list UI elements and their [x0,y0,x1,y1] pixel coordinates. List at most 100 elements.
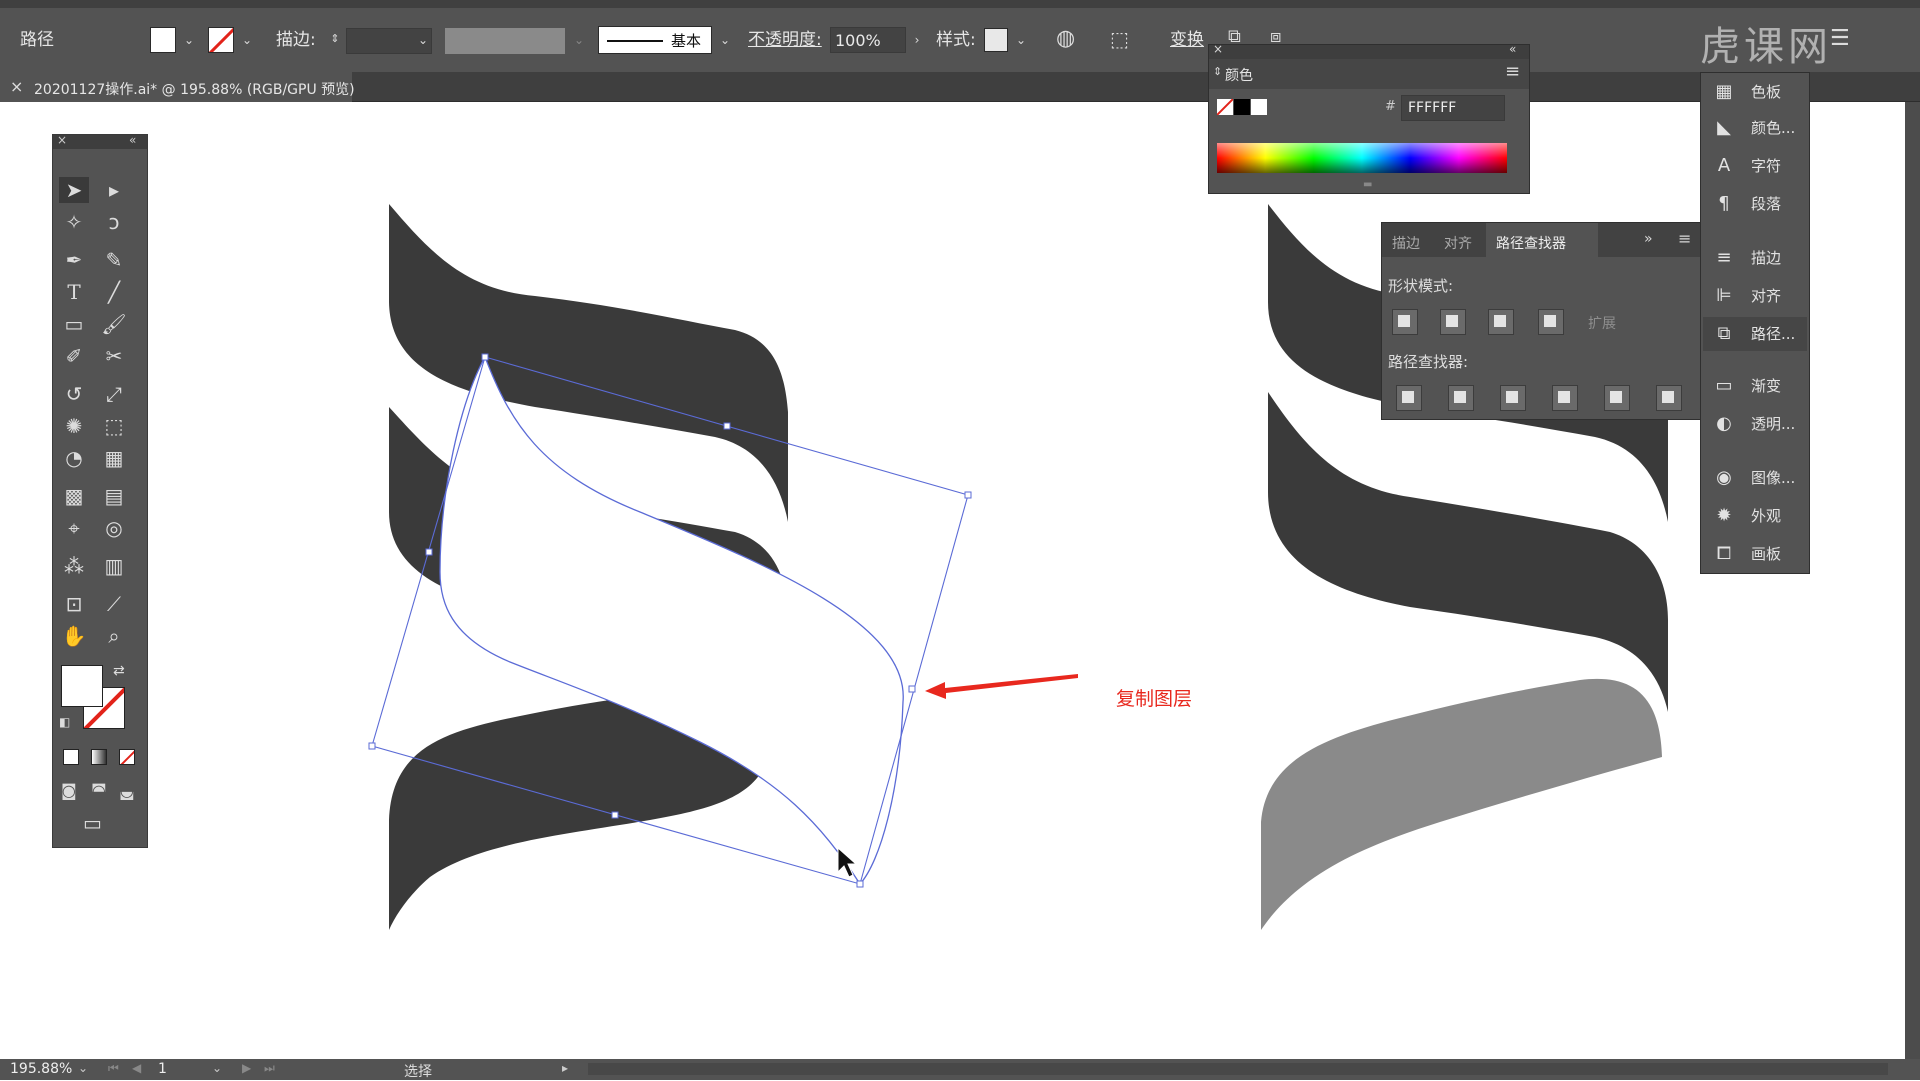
dock-item-paragraph[interactable]: ¶ 段落 [1703,187,1807,221]
fill-dropdown-icon[interactable]: ⌄ [182,33,196,47]
dock-item-transparency[interactable]: ◐ 透明... [1703,407,1807,441]
align-selection-icon[interactable]: ⬚ [1110,26,1129,52]
draw-inside-icon[interactable]: ◛ [119,781,135,800]
bbox-handle-top-right[interactable] [964,491,972,499]
dock-item-image-trace[interactable]: ◉ 图像... [1703,461,1807,495]
bbox-handle-top-left[interactable] [481,353,489,361]
dock-item-align[interactable]: ⊫ 对齐 [1703,279,1807,313]
pathfinder-menu-icon[interactable]: ≡ [1678,229,1691,248]
artboard-tool-icon[interactable]: ⊡ [59,591,89,617]
horizontal-scrollbar[interactable] [588,1063,1888,1075]
fill-swatch[interactable] [150,27,176,53]
none-mode-icon[interactable] [119,749,135,765]
tools-panel-collapse-icon[interactable]: « [129,133,136,147]
graph-tool-icon[interactable]: ▥ [99,553,129,579]
stroke-swatch[interactable] [208,27,234,53]
pen-tool-icon[interactable]: ✒ [59,247,89,273]
shaper-tool-icon[interactable]: ✐ [59,343,89,369]
type-tool-icon[interactable]: T [59,279,89,305]
dock-item-gradient[interactable]: ▭ 渐变 [1703,369,1807,403]
color-panel-close-icon[interactable]: × [1213,42,1223,56]
minus-back-button[interactable] [1656,385,1682,411]
artboard-number[interactable]: 1 [158,1061,167,1077]
brush-definition[interactable]: 基本 [598,26,712,54]
first-artboard-icon[interactable]: ⏮ [108,1061,119,1076]
trim-button[interactable] [1448,385,1474,411]
warp-tool-icon[interactable]: ✺ [59,413,89,439]
white-swatch[interactable] [1251,99,1267,115]
vertical-scrollbar[interactable] [1905,102,1920,1059]
variable-width-profile[interactable] [445,28,565,54]
direct-selection-tool-icon[interactable]: ▸ [99,177,129,203]
bbox-handle-right-mid[interactable] [908,685,916,693]
gradient-mode-icon[interactable] [91,749,107,765]
close-tab-icon[interactable]: × [10,77,23,96]
more-tabs-icon[interactable]: » [1644,231,1653,247]
rotate-tool-icon[interactable]: ↺ [59,381,89,407]
perspective-grid-tool-icon[interactable]: ▦ [99,445,129,471]
graphic-style-swatch[interactable] [984,28,1008,52]
exclude-button[interactable] [1538,309,1564,335]
last-artboard-icon[interactable]: ⏭ [264,1061,275,1076]
unite-button[interactable] [1392,309,1418,335]
tab-align[interactable]: 对齐 [1444,233,1472,253]
tools-panel-close-icon[interactable]: × [57,133,67,147]
blend-tool-icon[interactable]: ◎ [99,515,129,541]
selection-tool-icon[interactable]: ➤ [59,177,89,203]
color-panel-menu-icon[interactable]: ≡ [1505,61,1520,82]
minus-front-button[interactable] [1440,309,1466,335]
stroke-stepper-icon[interactable]: ⇕ [328,32,342,46]
expand-button[interactable]: 扩展 [1588,313,1616,333]
zoom-dropdown-icon[interactable]: ⌄ [78,1061,88,1075]
tab-stroke[interactable]: 描边 [1392,233,1420,253]
swap-fill-stroke-icon[interactable]: ⇄ [113,663,125,679]
previous-artboard-icon[interactable]: ◀ [132,1061,141,1075]
zoom-tool-icon[interactable]: ⌕ [99,623,129,649]
outline-button[interactable] [1604,385,1630,411]
dock-item-color-guide[interactable]: ◣ 颜色... [1703,111,1807,145]
eyedropper-tool-icon[interactable]: ⌖ [59,515,89,541]
hex-input[interactable]: FFFFFF [1401,95,1505,121]
color-panel-collapse-icon[interactable]: « [1509,42,1516,56]
bbox-handle-top-mid[interactable] [723,422,731,430]
status-arrow-icon[interactable]: ▸ [562,1061,568,1075]
next-artboard-icon[interactable]: ▶ [242,1061,251,1075]
scale-tool-icon[interactable]: ⤢ [99,381,129,407]
rectangle-tool-icon[interactable]: ▭ [59,311,89,337]
variable-width-dropdown-icon[interactable]: ⌄ [572,33,586,47]
opacity-label[interactable]: 不透明度: [748,30,822,50]
line-tool-icon[interactable]: ╱ [99,279,129,305]
crop-button[interactable] [1552,385,1578,411]
divide-button[interactable] [1396,385,1422,411]
gradient-tool-icon[interactable]: ▤ [99,483,129,509]
fill-color-box[interactable] [61,665,103,707]
free-transform-tool-icon[interactable]: ⬚ [99,413,129,439]
shape-builder-tool-icon[interactable]: ◔ [59,445,89,471]
color-panel-titlebar[interactable]: × « [1209,42,1529,59]
zoom-level[interactable]: 195.88% [10,1061,72,1077]
mesh-tool-icon[interactable]: ▩ [59,483,89,509]
stroke-weight-dropdown-icon[interactable]: ⌄ [416,33,430,47]
tab-pathfinder[interactable]: 路径查找器 [1486,223,1598,257]
color-panel-title[interactable]: 颜色 [1225,65,1253,85]
transform-label[interactable]: 变换 [1170,30,1204,50]
none-swatch-icon[interactable] [1217,99,1233,115]
paintbrush-tool-icon[interactable]: 🖌 [99,311,129,337]
opacity-arrow-icon[interactable]: › [910,33,924,47]
dock-item-appearance[interactable]: ✹ 外观 [1703,499,1807,533]
color-spectrum-bar[interactable] [1217,143,1507,173]
default-colors-icon[interactable]: ◧ [59,715,70,729]
black-swatch[interactable] [1234,99,1250,115]
slice-tool-icon[interactable]: ⟋ [99,591,129,617]
dock-item-pathfinder[interactable]: ⧉ 路径... [1703,317,1807,351]
dock-item-swatches[interactable]: ▦ 色板 [1703,75,1807,109]
bbox-handle-bottom-left[interactable] [368,742,376,750]
symbol-sprayer-tool-icon[interactable]: ⁂ [59,553,89,579]
panel-menu-icon[interactable]: ☰ [1830,26,1850,51]
curvature-tool-icon[interactable]: ✎ [99,247,129,273]
stroke-dropdown-icon[interactable]: ⌄ [240,33,254,47]
dock-item-character[interactable]: A 字符 [1703,149,1807,183]
panel-options-toggle-icon[interactable]: ⇕ [1213,65,1222,78]
screen-mode-icon[interactable]: ▭ [83,811,102,835]
scissors-tool-icon[interactable]: ✂ [99,343,129,369]
